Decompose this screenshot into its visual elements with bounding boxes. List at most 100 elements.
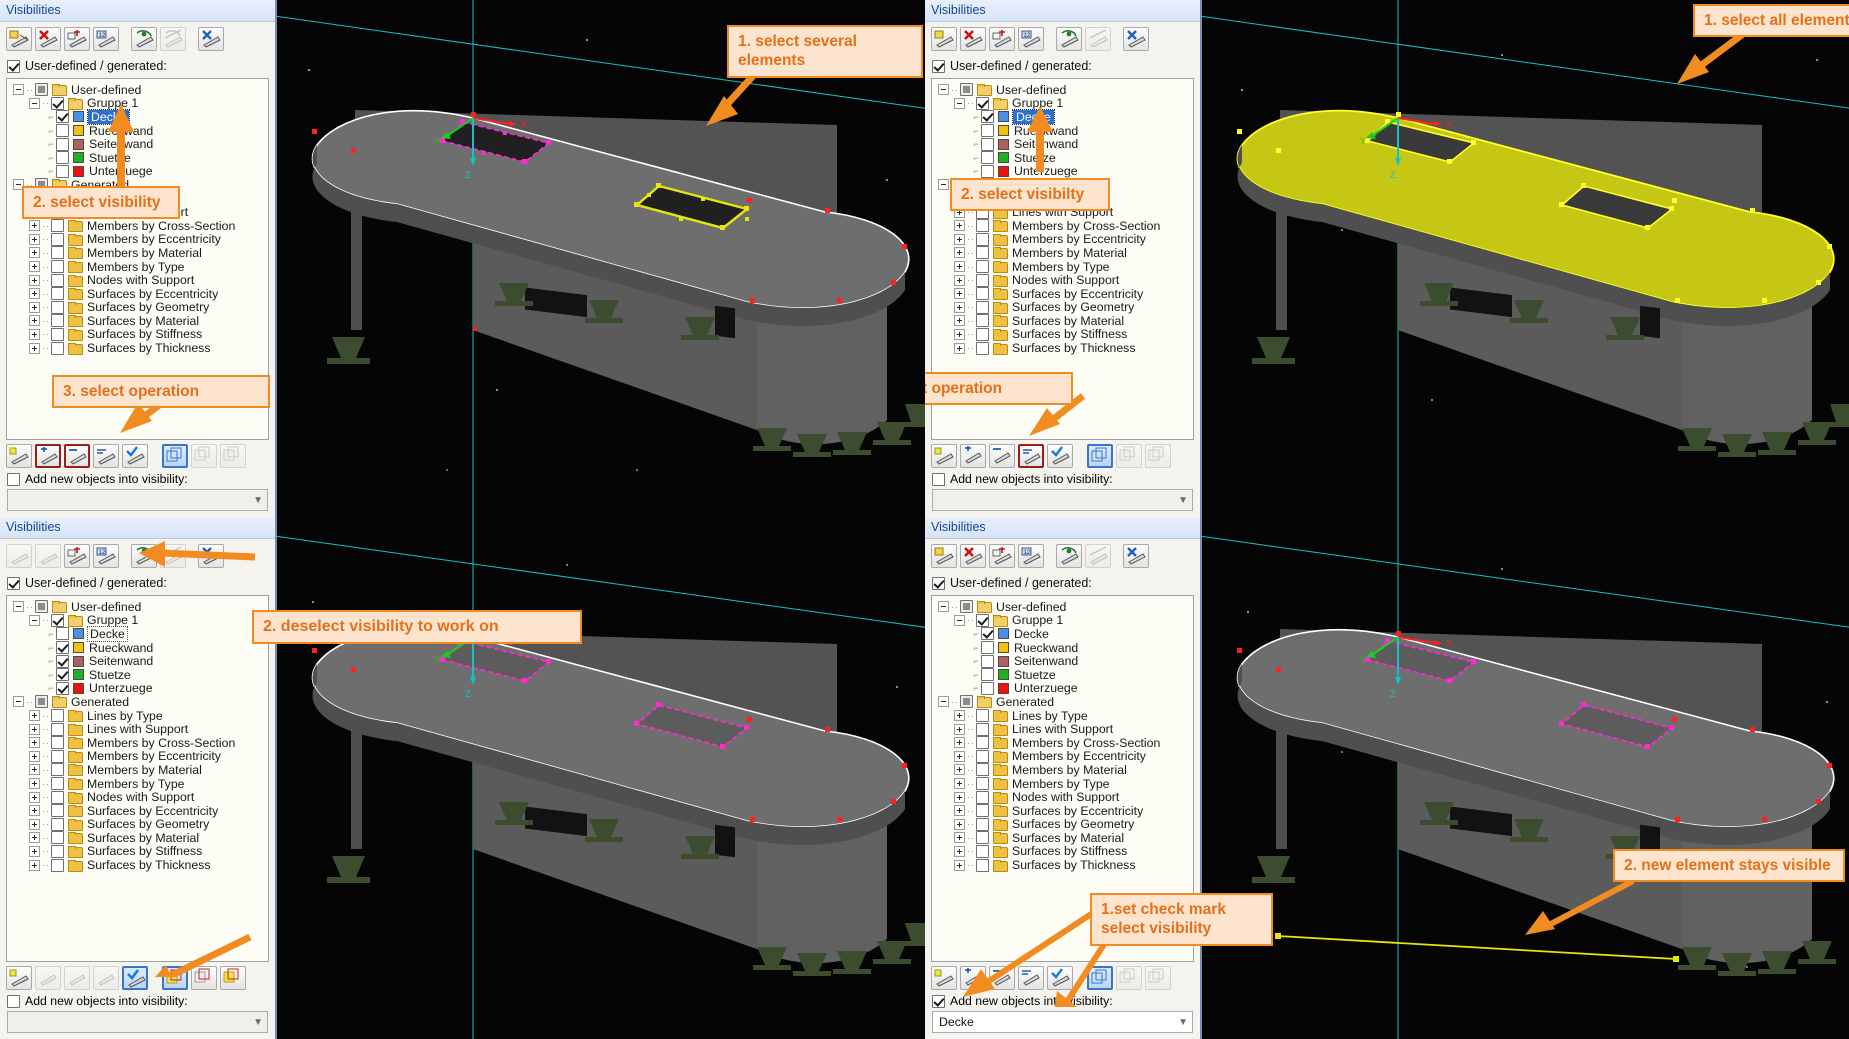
- group-checkbox[interactable]: [51, 96, 64, 110]
- edit-visibility-icon[interactable]: [64, 544, 90, 568]
- expand-icon[interactable]: [29, 778, 40, 790]
- tree-item-rueckwand[interactable]: ⌐ Rueckwand: [13, 124, 268, 138]
- generated-item[interactable]: ··· Surfaces by Stiffness: [13, 844, 268, 858]
- delete-visibility-icon[interactable]: [35, 544, 61, 568]
- add-to-visibility-icon[interactable]: [35, 966, 61, 990]
- generated-item[interactable]: ··· Nodes with Support: [938, 790, 1193, 804]
- collapse-icon[interactable]: [954, 614, 965, 626]
- item-checkbox[interactable]: [56, 110, 69, 124]
- add-new-objects-row-4[interactable]: Add new objects into visibility:: [925, 992, 1200, 1010]
- add-to-visibility-icon[interactable]: [35, 444, 61, 468]
- item-checkbox[interactable]: [981, 124, 994, 138]
- item-checkbox[interactable]: [976, 341, 989, 355]
- collapse-icon[interactable]: [29, 97, 40, 109]
- tree-item-rueckwand[interactable]: ⌐ Rueckwand: [938, 641, 1193, 655]
- group-checkbox[interactable]: [51, 613, 64, 627]
- generated-item[interactable]: ··· Surfaces by Eccentricity: [938, 804, 1193, 818]
- generated-item[interactable]: ··· Surfaces by Stiffness: [938, 327, 1193, 341]
- expand-icon[interactable]: [954, 818, 965, 830]
- expand-icon[interactable]: [29, 805, 40, 817]
- tree-node-user-defined[interactable]: ··· User-defined: [938, 83, 1193, 97]
- item-checkbox[interactable]: [51, 327, 64, 341]
- tree-item-decke[interactable]: ⌐ Decke: [13, 625, 268, 642]
- user-generated-checkbox[interactable]: [932, 59, 945, 73]
- item-checkbox[interactable]: [51, 831, 64, 845]
- item-checkbox[interactable]: [51, 722, 64, 736]
- renumber-visibility-icon[interactable]: 12: [93, 27, 119, 51]
- item-checkbox[interactable]: [976, 300, 989, 314]
- tree-item-stuetze[interactable]: ⌐ Stuetze: [938, 151, 1193, 165]
- item-checkbox[interactable]: [51, 300, 64, 314]
- item-checkbox[interactable]: [56, 641, 69, 655]
- tree-item-decke[interactable]: ⌐ Decke: [938, 627, 1193, 641]
- expand-icon[interactable]: [29, 845, 40, 857]
- intersect-visibility-icon[interactable]: [93, 966, 119, 990]
- item-checkbox[interactable]: [976, 260, 989, 274]
- generated-item[interactable]: ···Lines with Support: [938, 722, 1193, 736]
- item-checkbox[interactable]: [981, 110, 994, 124]
- expand-icon[interactable]: [29, 737, 40, 749]
- add-to-visibility-icon[interactable]: [960, 966, 986, 990]
- generated-item[interactable]: ··· Surfaces by Material: [13, 314, 268, 328]
- user-generated-row-1[interactable]: User-defined / generated:: [0, 56, 275, 78]
- item-checkbox[interactable]: [56, 151, 69, 165]
- remove-from-visibility-icon[interactable]: [989, 444, 1015, 468]
- item-checkbox[interactable]: [56, 124, 69, 138]
- expand-icon[interactable]: [954, 845, 965, 857]
- show-visibility-icon[interactable]: [1056, 27, 1082, 51]
- expand-icon[interactable]: [954, 791, 965, 803]
- expand-icon[interactable]: [29, 791, 40, 803]
- generated-item[interactable]: ··· Surfaces by Stiffness: [938, 844, 1193, 858]
- expand-icon[interactable]: [954, 710, 965, 722]
- item-checkbox[interactable]: [56, 164, 69, 178]
- generated-item[interactable]: ··· Members by Eccentricity: [13, 232, 268, 246]
- tree-item-seitenwand[interactable]: ⌐ Seitenwand: [13, 137, 268, 151]
- generated-item[interactable]: ··· Nodes with Support: [13, 273, 268, 287]
- group-checkbox[interactable]: [976, 96, 989, 110]
- expand-icon[interactable]: [29, 723, 40, 735]
- generated-item[interactable]: ··· Members by Material: [938, 763, 1193, 777]
- expand-icon[interactable]: [29, 328, 40, 340]
- expand-icon[interactable]: [29, 233, 40, 245]
- user-defined-checkbox[interactable]: [35, 600, 48, 614]
- display-all-icon[interactable]: [162, 444, 188, 468]
- item-checkbox[interactable]: [981, 627, 994, 641]
- generated-item[interactable]: ··· Surfaces by Eccentricity: [13, 804, 268, 818]
- chevron-down-icon[interactable]: ▼: [253, 1017, 263, 1028]
- item-checkbox[interactable]: [976, 844, 989, 858]
- remove-from-visibility-icon[interactable]: [989, 966, 1015, 990]
- item-checkbox[interactable]: [51, 219, 64, 233]
- set-visibility-icon[interactable]: [931, 444, 957, 468]
- item-checkbox[interactable]: [976, 709, 989, 723]
- expand-icon[interactable]: [29, 710, 40, 722]
- generated-item[interactable]: ··· Members by Eccentricity: [938, 232, 1193, 246]
- item-checkbox[interactable]: [51, 709, 64, 723]
- item-checkbox[interactable]: [51, 232, 64, 246]
- item-checkbox[interactable]: [51, 736, 64, 750]
- item-checkbox[interactable]: [51, 858, 64, 872]
- show-visibility-icon[interactable]: [131, 544, 157, 568]
- collapse-icon[interactable]: [954, 97, 965, 109]
- tree-item-unterzuege[interactable]: ⌐ Unterzuege: [938, 164, 1193, 178]
- display-none-icon[interactable]: [220, 966, 246, 990]
- tree-node-group[interactable]: ··· Gruppe 1: [13, 613, 268, 627]
- user-generated-checkbox[interactable]: [7, 59, 20, 73]
- item-checkbox[interactable]: [981, 668, 994, 682]
- hide-visibility-icon[interactable]: [160, 27, 186, 51]
- tree-item-stuetze[interactable]: ⌐ Stuetze: [13, 668, 268, 682]
- generated-item[interactable]: ··· Members by Material: [13, 763, 268, 777]
- show-visibility-icon[interactable]: [131, 27, 157, 51]
- generated-item[interactable]: ···Lines with Support: [13, 722, 268, 736]
- item-checkbox[interactable]: [56, 654, 69, 668]
- tree-item-seitenwand[interactable]: ⌐ Seitenwand: [13, 654, 268, 668]
- display-none-icon[interactable]: [220, 444, 246, 468]
- expand-icon[interactable]: [29, 764, 40, 776]
- tree-item-decke[interactable]: ⌐ Decke: [938, 108, 1193, 125]
- generated-item[interactable]: ··· Surfaces by Eccentricity: [938, 287, 1193, 301]
- generated-item[interactable]: ··· Surfaces by Material: [938, 831, 1193, 845]
- generated-item[interactable]: ··· Surfaces by Thickness: [13, 858, 268, 872]
- reset-visibility-icon[interactable]: [198, 27, 224, 51]
- expand-icon[interactable]: [29, 342, 40, 354]
- edit-visibility-icon[interactable]: [989, 544, 1015, 568]
- user-generated-row-2[interactable]: User-defined / generated:: [925, 56, 1200, 78]
